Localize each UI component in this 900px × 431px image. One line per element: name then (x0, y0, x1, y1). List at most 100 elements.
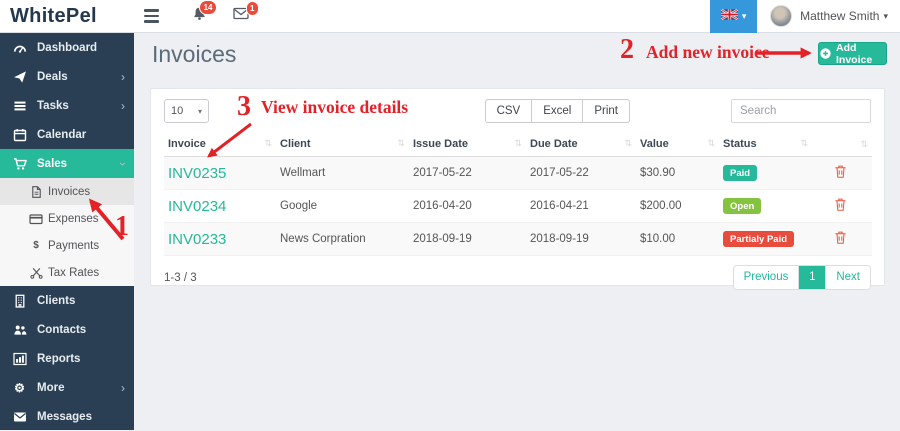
envelope-icon (12, 410, 27, 424)
caret-down-icon: ▾ (197, 106, 202, 116)
chevron-down-icon[interactable]: ▾ (883, 11, 888, 22)
value-cell: $10.00 (636, 222, 719, 256)
print-button[interactable]: Print (582, 99, 630, 123)
messages-button[interactable]: 1 (233, 1, 259, 25)
scissors-icon (29, 266, 43, 280)
submenu-item-payments[interactable]: $ Payments (0, 232, 134, 259)
building-icon (12, 294, 27, 308)
users-icon (12, 323, 27, 337)
column-header-status[interactable]: Status ⇅ (719, 134, 812, 157)
submenu-item-label: Tax Rates (48, 266, 100, 279)
chevron-right-icon: › (121, 69, 125, 84)
column-header-value[interactable]: Value ⇅ (636, 134, 719, 157)
search-input[interactable] (731, 99, 871, 123)
table-row: INV0234 Google 2016-04-20 2016-04-21 $20… (164, 189, 872, 223)
app-logo: WhitePel (10, 4, 97, 27)
credit-card-icon (29, 212, 43, 226)
invoice-link[interactable]: INV0234 (168, 198, 226, 215)
sidebar-item-label: Reports (37, 352, 81, 365)
pagination-info: 1-3 / 3 (164, 271, 197, 284)
menu-toggle-icon[interactable] (144, 9, 159, 23)
delete-invoice-icon[interactable] (834, 230, 847, 248)
chevron-down-icon: ▾ (741, 10, 747, 21)
invoices-table: Invoice ⇅ Client ⇅ Issue Date ⇅ Due Date ⇅ V… (164, 134, 872, 256)
chevron-down-icon: › (116, 161, 130, 166)
csv-button[interactable]: CSV (484, 99, 533, 123)
avatar[interactable] (770, 5, 793, 27)
sidebar-item-label: Sales (37, 157, 68, 170)
page-title: Invoices (152, 41, 237, 67)
invoice-file-icon (29, 185, 43, 199)
invoice-link[interactable]: INV0233 (168, 231, 226, 248)
bell-badge: 14 (199, 0, 217, 15)
sidebar-item-sales[interactable]: Sales › (0, 149, 134, 178)
submenu-item-label: Invoices (48, 185, 91, 198)
add-invoice-button[interactable]: Add Invoice (818, 42, 887, 66)
calendar-icon (12, 128, 27, 142)
chevron-right-icon: › (121, 98, 125, 113)
sidebar-item-label: Dashboard (37, 41, 98, 54)
value-cell: $30.90 (636, 156, 719, 190)
chevron-right-icon: › (121, 380, 125, 395)
dashboard-icon (12, 41, 27, 55)
sidebar-item-reports[interactable]: Reports (0, 344, 134, 373)
column-header-invoice[interactable]: Invoice ⇅ (164, 134, 276, 157)
notifications-bell-button[interactable]: 14 (192, 0, 217, 26)
column-header-client[interactable]: Client ⇅ (276, 134, 409, 157)
submenu-item-tax-rates[interactable]: Tax Rates (0, 259, 134, 286)
invoice-link[interactable]: INV0235 (168, 165, 226, 182)
task-list-icon (12, 99, 27, 113)
previous-page-button[interactable]: Previous (733, 266, 800, 289)
pagination-controls: Previous 1 Next (732, 265, 871, 290)
due-date-cell: 2017-05-22 (526, 156, 636, 190)
next-page-button[interactable]: Next (825, 266, 870, 289)
mail-badge: 1 (245, 1, 259, 16)
sort-icon: ⇅ (397, 138, 405, 148)
submenu-item-expenses[interactable]: Expenses (0, 205, 134, 232)
sidebar-item-more[interactable]: ⚙ More › (0, 373, 134, 402)
sort-icon: ⇅ (264, 138, 272, 148)
sort-icon: ⇅ (514, 138, 522, 148)
delete-invoice-icon[interactable] (834, 164, 847, 182)
sidebar-item-label: More (37, 381, 65, 394)
sidebar-item-deals[interactable]: Deals › (0, 62, 134, 91)
language-selector[interactable]: ▾ (710, 0, 758, 33)
main-content: Invoices Add Invoice 10 ▾ CSV Excel Prin… (134, 33, 900, 430)
column-header-due-date[interactable]: Due Date ⇅ (526, 134, 636, 157)
excel-button[interactable]: Excel (531, 99, 584, 123)
sort-icon: ⇅ (860, 138, 868, 149)
column-header-issue-date[interactable]: Issue Date ⇅ (409, 134, 526, 157)
sort-icon: ⇅ (800, 138, 808, 148)
sidebar-item-clients[interactable]: Clients (0, 286, 134, 315)
sidebar-item-calendar[interactable]: Calendar (0, 120, 134, 149)
dollar-icon: $ (33, 240, 39, 251)
status-badge: Open (723, 198, 762, 214)
submenu-item-invoices[interactable]: Invoices (0, 178, 134, 205)
current-page-button[interactable]: 1 (799, 266, 826, 289)
client-cell: Wellmart (276, 156, 409, 190)
sort-icon: ⇅ (624, 138, 632, 148)
column-header-actions[interactable]: ⇅ (812, 134, 872, 157)
sidebar-item-label: Calendar (37, 128, 87, 141)
table-header-row: Invoice ⇅ Client ⇅ Issue Date ⇅ Due Date ⇅ V… (164, 134, 872, 157)
plus-circle-icon (819, 47, 832, 60)
user-menu[interactable]: Matthew Smith (800, 9, 879, 23)
due-date-cell: 2016-04-21 (526, 189, 636, 223)
table-row: INV0235 Wellmart 2017-05-22 2017-05-22 $… (164, 156, 872, 190)
sidebar-item-label: Clients (37, 294, 76, 307)
sidebar-item-dashboard[interactable]: Dashboard (0, 33, 134, 62)
submenu-item-label: Expenses (48, 212, 99, 225)
page-size-select[interactable]: 10 ▾ (164, 99, 209, 123)
delete-invoice-icon[interactable] (834, 197, 847, 215)
export-button-group: CSV Excel Print (484, 99, 630, 123)
invoices-panel: 10 ▾ CSV Excel Print Invoice⇅ Client⇅ Is… (150, 88, 885, 290)
status-badge: Partialy Paid (723, 231, 795, 247)
submenu-item-label: Payments (48, 239, 100, 252)
issue-date-cell: 2016-04-20 (409, 189, 526, 223)
sidebar: Dashboard Deals › Tasks › Calendar Sales… (0, 33, 134, 430)
issue-date-cell: 2017-05-22 (409, 156, 526, 190)
table-row: INV0233 News Corpration 2018-09-19 2018-… (164, 222, 872, 256)
sidebar-item-messages[interactable]: Messages (0, 402, 134, 431)
sidebar-item-tasks[interactable]: Tasks › (0, 91, 134, 120)
sidebar-item-contacts[interactable]: Contacts (0, 315, 134, 344)
